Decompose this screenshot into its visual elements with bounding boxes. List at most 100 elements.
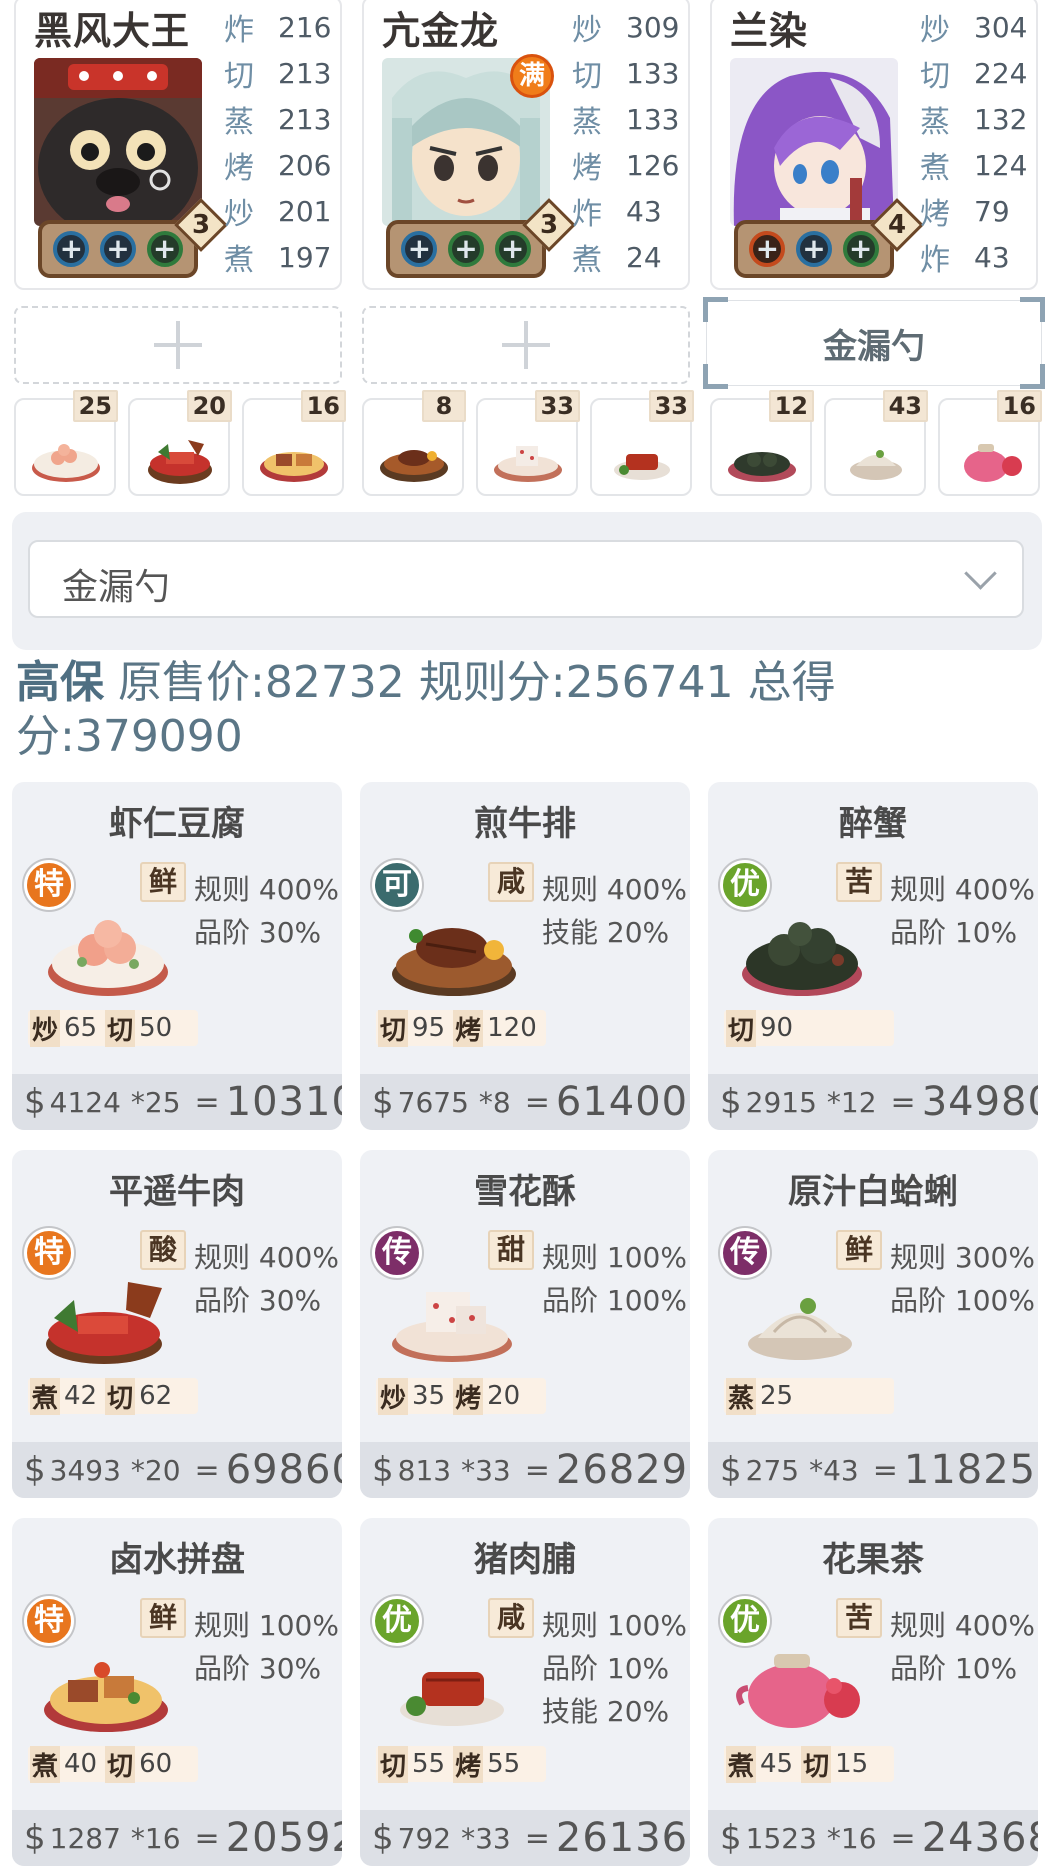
dish-total: 26136 xyxy=(555,1815,689,1861)
dish-thumb-icon xyxy=(850,450,902,480)
chef-name: 兰染 xyxy=(730,9,809,53)
chef-skill-list: 炸 216 切 213 蒸 213 烤 206 炒 201 煮 197 xyxy=(224,10,332,279)
flavor-badge: 咸 xyxy=(488,1598,534,1638)
skill-requirements: 煮 45 切 15 xyxy=(724,1745,894,1783)
dish-thumb-4[interactable]: 8 xyxy=(362,390,466,496)
dish-count-badge: 8 xyxy=(422,390,466,422)
chef-maxed-badge: 满 xyxy=(510,54,554,98)
equip-slot-3[interactable]: + xyxy=(494,231,531,267)
skill-requirements: 蒸 25 xyxy=(724,1377,894,1415)
dish-name: 原汁白蛤蜊 xyxy=(788,1172,958,1212)
dish-count-badge: 33 xyxy=(648,390,694,422)
dish-card-3[interactable]: 醉蟹 优 苦 规则 400%品阶 10% 切90 $2915*12=34980 xyxy=(708,782,1038,1130)
skill-requirements: 切 55 烤 55 xyxy=(376,1745,546,1783)
dish-thumb-5[interactable]: 33 xyxy=(476,390,580,496)
equip-bar: + + + xyxy=(386,220,546,278)
dish-total: 34980 xyxy=(921,1079,1038,1125)
equip-slot-1[interactable]: + xyxy=(401,231,438,267)
dish-image xyxy=(736,1654,860,1728)
dish-card-6[interactable]: 原汁白蛤蜊 传 鲜 规则 300% 品阶 100% 蒸 25 $275 *43 = 118… xyxy=(708,1150,1038,1498)
dish-image xyxy=(400,1672,504,1726)
rarity-badge: 特 xyxy=(24,1596,74,1646)
plus-icon xyxy=(154,321,202,369)
dish-image xyxy=(392,928,516,996)
dish-card-7[interactable]: 卤水拼盘 特 鲜 规则 100% 品阶 30% 煮 40 切 60 $1287 *16 =… xyxy=(12,1518,342,1866)
dish-card-2[interactable]: 煎牛排 可 咸 规则 400% 技能 20% 切 95 烤 120 $7675 *8 = 6… xyxy=(360,782,690,1130)
skill-requirements: 炒 35 烤 20 xyxy=(376,1377,546,1415)
dish-image xyxy=(44,1662,168,1732)
bonus-list: 规则 300% 品阶 100% xyxy=(890,1241,1035,1317)
equip-slot-3[interactable]: + xyxy=(842,231,879,267)
flavor-badge: 鲜 xyxy=(140,1598,186,1638)
add-equipment-button-2[interactable] xyxy=(362,306,690,384)
dish-card-5[interactable]: 雪花酥 传 甜 规则 100% 品阶 100% 炒 35 烤 20 $813 *33 = 2… xyxy=(360,1150,690,1498)
equip-slot-2[interactable]: + xyxy=(447,231,484,267)
bonus-list: 规则 400% 品阶 10% xyxy=(890,1609,1035,1685)
dish-thumb-9[interactable]: 16 xyxy=(938,390,1042,496)
bonus-list: 规则 400% 品阶 30% xyxy=(194,873,339,949)
chef-card-3[interactable]: 兰染 + + + 4 炒 304 切 224 蒸 132 煮 124 烤 79 炸 43 xyxy=(710,0,1038,290)
flavor-badge: 苦 xyxy=(836,862,882,902)
dish-name: 猪肉脯 xyxy=(474,1540,576,1580)
dish-price-row: $275 *43 = 11825 xyxy=(708,1442,1038,1498)
equip-bar: + + + xyxy=(734,220,894,278)
dish-total: 26829 xyxy=(555,1447,689,1493)
dish-card-4[interactable]: 平遥牛肉 特 酸 规则 400% 品阶 30% 煮 42 切 62 $3493 *20 =… xyxy=(12,1150,342,1498)
dish-total: 103100 xyxy=(225,1079,342,1125)
tier-label: 高保 xyxy=(16,657,104,708)
dish-thumb-6[interactable]: 33 xyxy=(590,390,694,496)
bonus-list: 规则 100% 品阶 100% xyxy=(542,1241,687,1317)
bonus-list: 规则 400% 技能 20% xyxy=(542,873,687,949)
bonus-list: 规则 100% 品阶 30% xyxy=(194,1609,339,1685)
dish-total: 11825 xyxy=(903,1447,1037,1493)
skill-requirements: 煮 42 切 62 xyxy=(28,1377,198,1415)
rarity-badge: 特 xyxy=(24,860,74,910)
chef-portrait xyxy=(34,58,202,226)
bonus-list: 规则 400% 品阶 10% xyxy=(890,873,1035,949)
skill-requirements: 煮 40 切 60 xyxy=(28,1745,198,1783)
rarity-badge: 优 xyxy=(720,1596,770,1646)
flavor-badge: 鲜 xyxy=(836,1230,882,1270)
dish-name: 虾仁豆腐 xyxy=(109,804,245,844)
skill-requirements: 切 90 xyxy=(724,1009,894,1047)
dish-count-badge: 43 xyxy=(882,390,928,422)
add-equipment-button-1[interactable] xyxy=(14,306,342,384)
chef-card-1[interactable]: 黑风大王 + + + 3 炸 216 切 213 蒸 213 烤 206 炒 201 煮1… xyxy=(14,0,342,290)
equip-slot-2[interactable]: + xyxy=(99,231,136,267)
equip-slot-3[interactable]: + xyxy=(146,231,183,267)
chevron-down-icon[interactable] xyxy=(964,557,997,590)
original-price-label: 原售价: xyxy=(118,657,265,708)
dish-thumb-1[interactable]: 25 xyxy=(14,390,118,496)
equip-slot-1[interactable]: + xyxy=(53,231,90,267)
flavor-badge: 甜 xyxy=(488,1230,534,1270)
equip-slot-2[interactable]: + xyxy=(795,231,832,267)
dish-thumb-icon xyxy=(380,450,448,482)
flavor-badge: 苦 xyxy=(836,1598,882,1638)
bonus-list: 规则 400% 品阶 30% xyxy=(194,1241,339,1317)
dish-thumb-icon xyxy=(260,452,328,482)
dish-image xyxy=(46,1282,162,1364)
dish-card-8[interactable]: 猪肉脯 优 咸 规则 100% 品阶 10% 技能 20% 切 55 烤 55 $792… xyxy=(360,1518,690,1866)
selected-equipment-slot[interactable]: 金漏勺 xyxy=(703,297,1045,389)
equip-slot-1[interactable]: + xyxy=(749,231,786,267)
rarity-badge: 可 xyxy=(372,860,422,910)
dish-price-row: $4124*25=103100 xyxy=(12,1074,342,1130)
dish-thumb-3[interactable]: 16 xyxy=(242,390,346,496)
dish-total: 20592 xyxy=(225,1815,342,1861)
dish-card-9[interactable]: 花果茶 优 苦 规则 400% 品阶 10% 煮 45 切 15 $1523 *16 = 2… xyxy=(708,1518,1038,1866)
dish-count-badge: 12 xyxy=(768,390,814,422)
plus-icon xyxy=(502,321,550,369)
dish-card-1[interactable]: 虾仁豆腐 特 鲜 规则 400% 品阶 30% 炒 65 切 50 $4124 *25 =… xyxy=(12,782,342,1130)
dish-image xyxy=(48,920,168,996)
dish-thumb-2[interactable]: 20 xyxy=(128,390,232,496)
chef-card-2[interactable]: 亢金龙 满 + + + 3 炒 309 切 133 蒸 133 烤 126 炸 43 煮2… xyxy=(362,0,690,290)
dish-thumb-8[interactable]: 43 xyxy=(824,390,928,496)
dish-price-row: $2915*12=34980 xyxy=(708,1074,1038,1130)
original-price-value: 82732 xyxy=(264,657,405,708)
selected-equipment-label: 金漏勺 xyxy=(823,326,925,367)
chef-skill-list: 炒 304 切 224 蒸 132 煮 124 烤 79 炸 43 xyxy=(920,10,1028,279)
dish-name: 花果茶 xyxy=(822,1540,924,1580)
rule-score-value: 256741 xyxy=(565,657,734,708)
equipment-select[interactable]: 金漏勺 xyxy=(28,540,1024,618)
dish-thumb-7[interactable]: 12 xyxy=(710,390,814,496)
